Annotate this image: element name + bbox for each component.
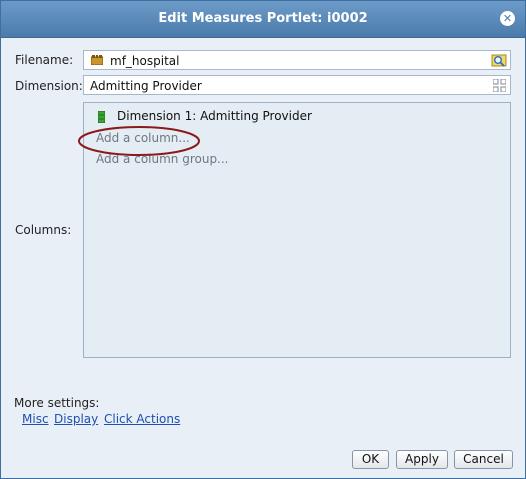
misc-link[interactable]: Misc	[22, 412, 49, 426]
filename-field[interactable]: mf_hospital	[83, 50, 511, 70]
ok-button[interactable]: OK	[352, 450, 389, 469]
dialog-titlebar[interactable]: Edit Measures Portlet: i0002 ✕	[1, 1, 525, 38]
highlight-ellipse	[78, 126, 200, 156]
dimension-field[interactable]: Admitting Provider	[83, 75, 511, 95]
dimension-item-label: Dimension 1: Admitting Provider	[117, 109, 312, 123]
columns-label: Columns:	[15, 223, 72, 237]
close-icon[interactable]: ✕	[500, 11, 515, 26]
more-settings-title: More settings:	[14, 396, 100, 410]
search-folder-icon[interactable]	[491, 52, 507, 68]
grid-icon[interactable]	[493, 79, 506, 92]
filename-value: mf_hospital	[110, 54, 180, 68]
filename-label: Filename:	[15, 53, 74, 67]
dimension-icon	[98, 111, 105, 123]
apply-button[interactable]: Apply	[396, 450, 448, 469]
click-actions-link[interactable]: Click Actions	[104, 412, 180, 426]
dialog-title: Edit Measures Portlet: i0002	[158, 11, 368, 26]
edit-measures-dialog: Edit Measures Portlet: i0002 ✕ Filename:…	[0, 0, 526, 479]
dimension-label: Dimension:	[15, 79, 83, 93]
display-link[interactable]: Display	[54, 412, 98, 426]
folder-icon	[91, 55, 103, 65]
dimension-value: Admitting Provider	[90, 79, 202, 93]
cancel-button[interactable]: Cancel	[454, 450, 513, 469]
